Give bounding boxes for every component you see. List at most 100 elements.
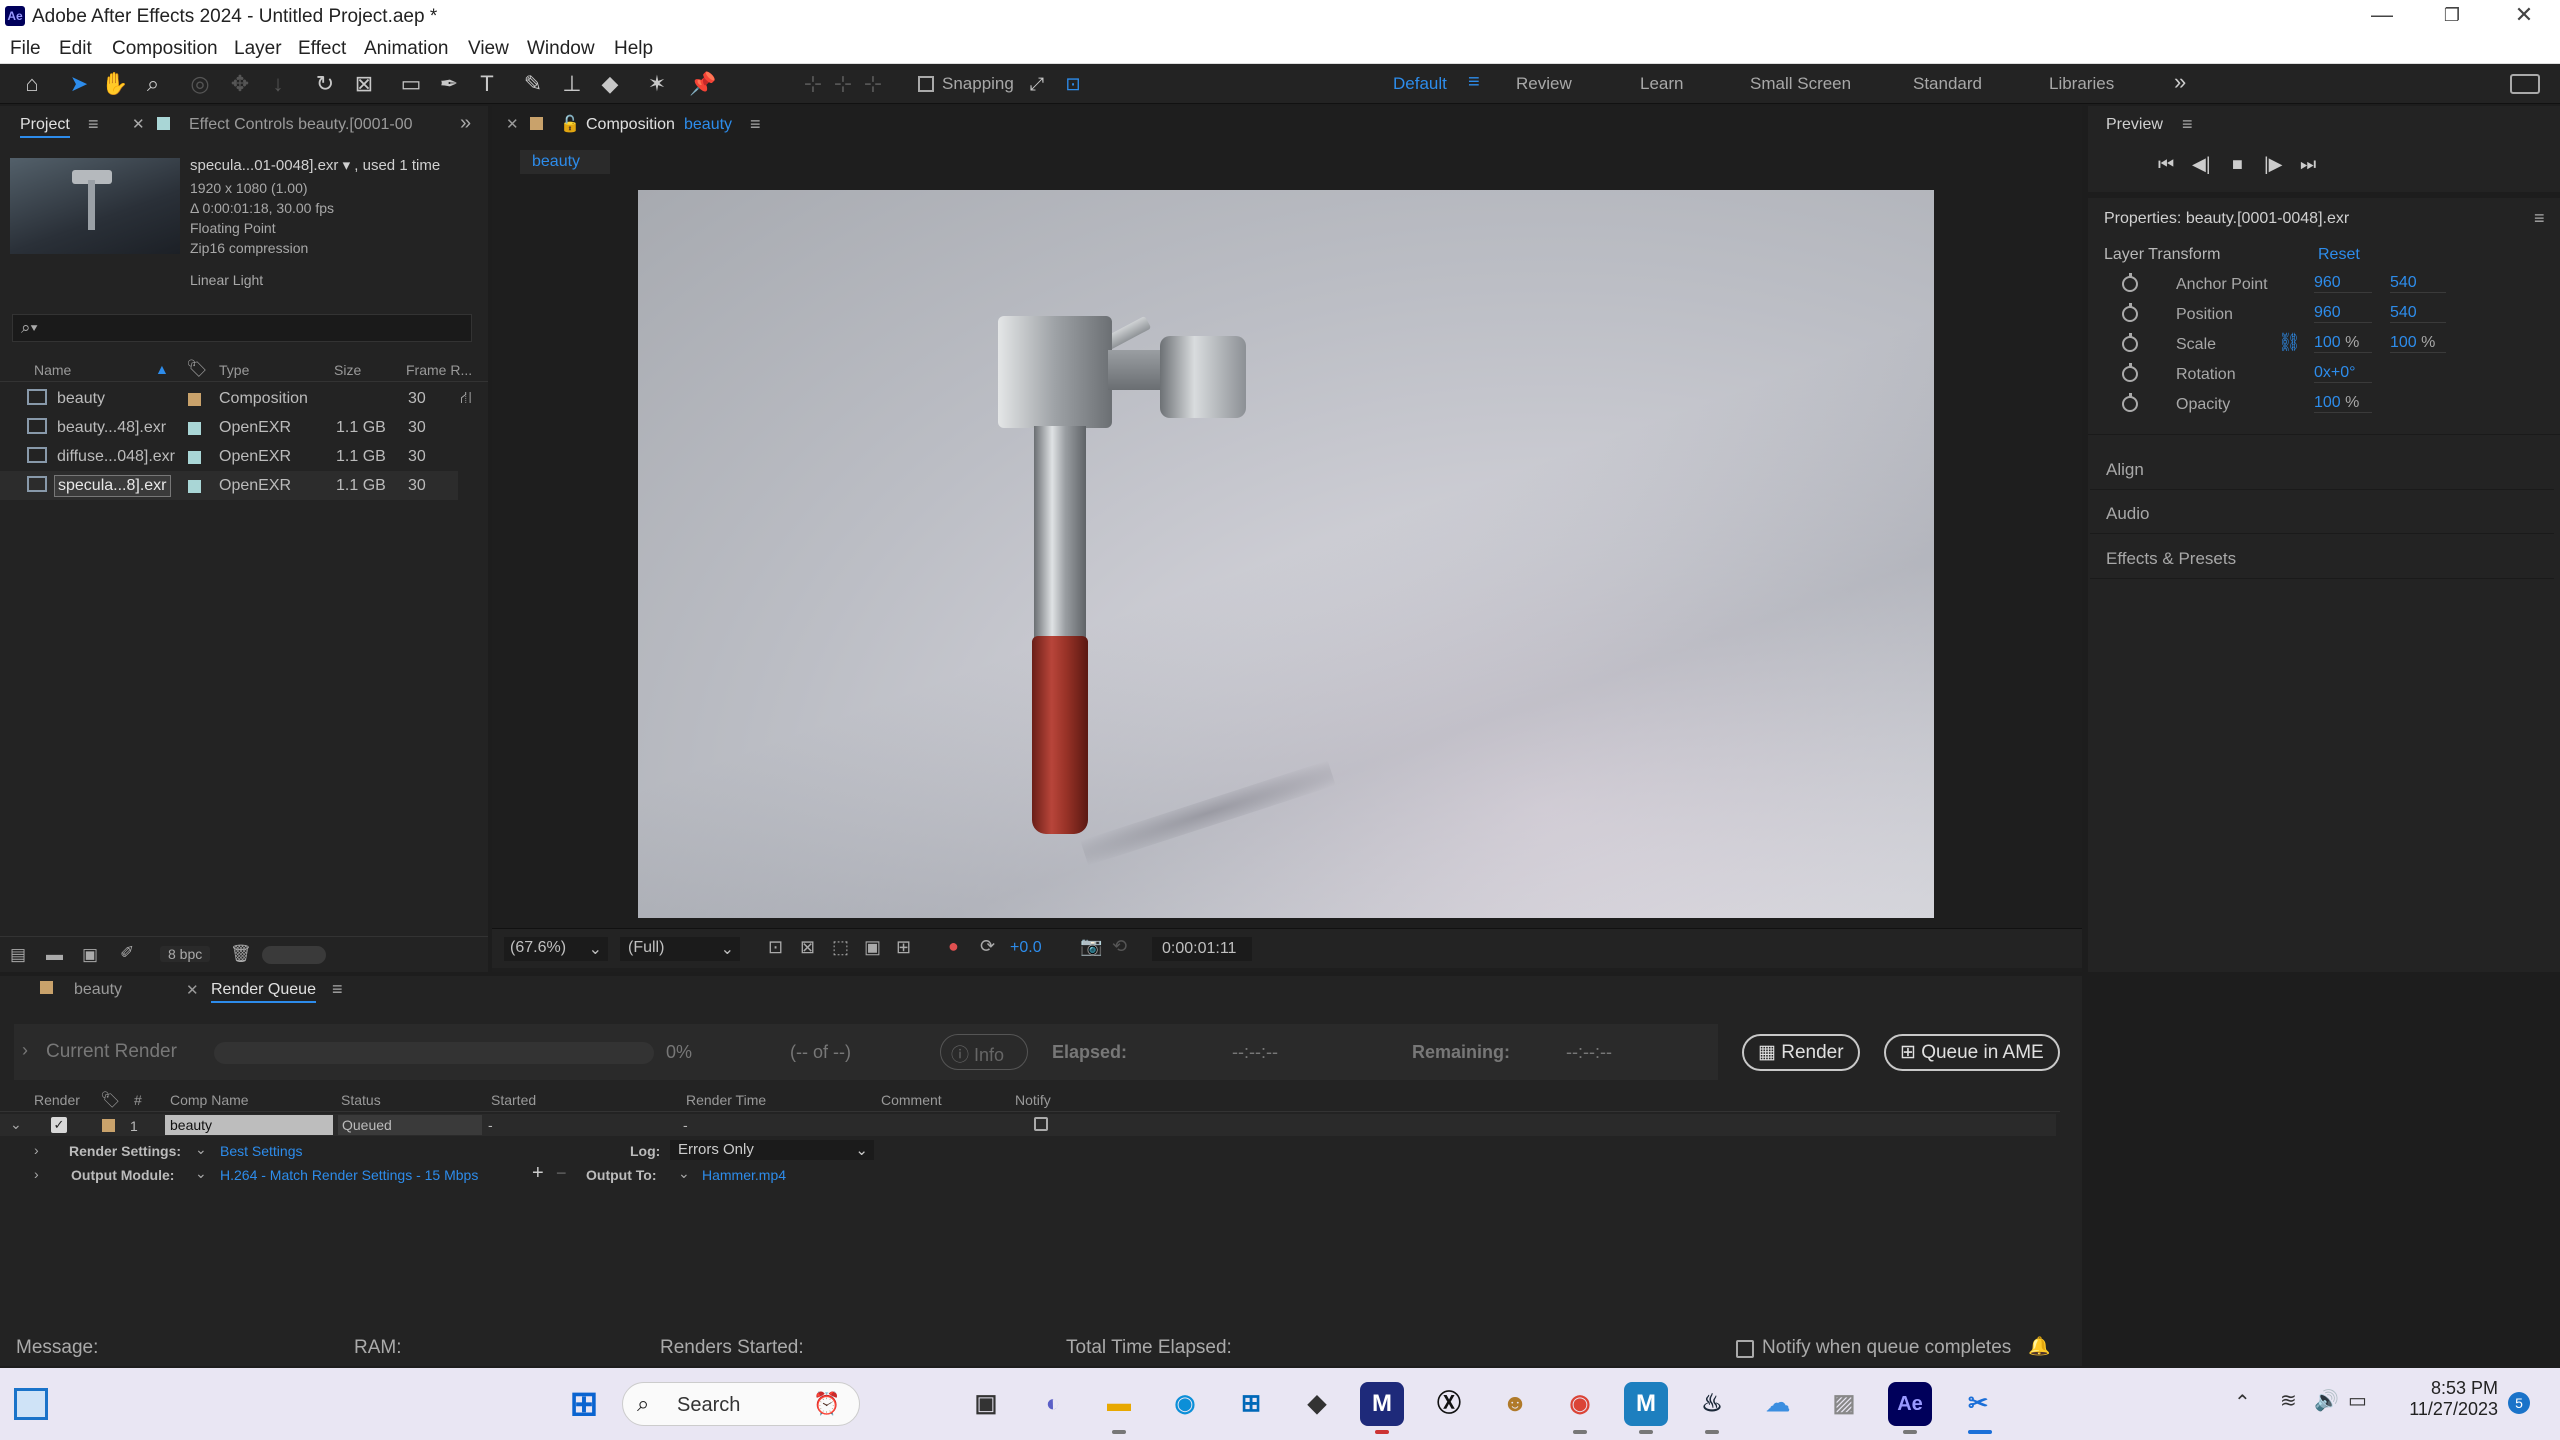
scale-y[interactable]: 100 % xyxy=(2390,334,2446,353)
notification-count-badge[interactable]: 5 xyxy=(2508,1392,2530,1414)
stopwatch-icon[interactable] xyxy=(2122,363,2138,382)
store-icon[interactable]: ⊞ xyxy=(1229,1382,1273,1426)
dolly-camera-icon[interactable]: ↓ xyxy=(263,70,293,98)
menu-help[interactable]: Help xyxy=(614,38,653,60)
show-snapshot-icon[interactable]: ⟲ xyxy=(1112,936,1127,957)
flowchart-icon[interactable]: ⛙ xyxy=(460,388,472,410)
column-frame-rate[interactable]: Frame R... xyxy=(406,362,472,378)
pan-behind-tool-icon[interactable]: ⊠ xyxy=(349,70,379,98)
label-color-swatch[interactable] xyxy=(188,451,201,464)
show-channel-icon[interactable]: ● xyxy=(948,936,959,957)
xbox-icon[interactable]: Ⓧ xyxy=(1427,1382,1471,1426)
notify-queue-checkbox[interactable] xyxy=(1736,1340,1754,1358)
anchor-point-x[interactable]: 960 xyxy=(2314,274,2372,293)
label-color-swatch[interactable] xyxy=(188,422,201,435)
project-panel-menu-icon[interactable]: ≡ xyxy=(88,114,99,135)
workspace-small-screen[interactable]: Small Screen xyxy=(1750,74,1851,94)
close-effect-controls-icon[interactable]: ✕ xyxy=(132,115,145,133)
column-comp-name[interactable]: Comp Name xyxy=(170,1092,249,1108)
volume-icon[interactable]: 🔊 xyxy=(2314,1388,2339,1413)
magnification-dropdown[interactable]: (67.6%) ⌄ xyxy=(504,937,608,961)
menu-composition[interactable]: Composition xyxy=(112,38,218,60)
list-item[interactable]: diffuse...048].exr OpenEXR 1.1 GB 30 xyxy=(0,442,488,471)
info-button[interactable]: ⓘ Info xyxy=(940,1034,1028,1070)
reset-exposure-icon[interactable]: ⟳ xyxy=(980,936,995,957)
workspace-review[interactable]: Review xyxy=(1516,74,1572,94)
bit-depth-button[interactable]: 8 bpc xyxy=(160,946,211,962)
label-color-swatch[interactable] xyxy=(188,393,201,406)
rotation-value[interactable]: 0x+0° xyxy=(2314,364,2372,383)
search-help-icon[interactable] xyxy=(2510,74,2540,94)
first-frame-icon[interactable]: ⏮ xyxy=(2158,154,2174,175)
section-audio[interactable]: Audio xyxy=(2090,490,2554,534)
wifi-icon[interactable]: ≋ xyxy=(2280,1388,2297,1413)
home-icon[interactable]: ⌂ xyxy=(17,70,47,98)
stop-icon[interactable]: ■ xyxy=(2232,154,2243,175)
axis-mode-world-icon[interactable]: ⊹ xyxy=(828,70,858,98)
notification-bell-icon[interactable]: 🔔 xyxy=(2028,1336,2050,1357)
maya-icon[interactable]: M xyxy=(1360,1382,1404,1426)
panel-overflow-icon[interactable]: » xyxy=(460,112,471,135)
position-x[interactable]: 960 xyxy=(2314,304,2372,323)
exposure-value[interactable]: +0.0 xyxy=(1010,939,1042,957)
constrain-proportions-link-icon[interactable]: ⛓ xyxy=(2278,332,2301,353)
column-started[interactable]: Started xyxy=(491,1092,536,1108)
menu-layer[interactable]: Layer xyxy=(234,38,282,60)
close-render-queue-icon[interactable]: ✕ xyxy=(186,981,199,999)
taskbar-search-input[interactable]: ⌕ Search ⏰ xyxy=(622,1382,860,1426)
image-viewer-icon[interactable]: ▨ xyxy=(1822,1382,1866,1426)
region-of-interest-icon[interactable]: ▣ xyxy=(864,937,881,958)
scale-x[interactable]: 100 % xyxy=(2314,334,2372,353)
menu-animation[interactable]: Animation xyxy=(364,38,449,60)
column-type[interactable]: Type xyxy=(219,362,249,378)
table-row[interactable]: ⌄ ✓ 1 beauty Queued - - xyxy=(0,1114,2056,1136)
last-frame-icon[interactable]: ⏭ xyxy=(2300,154,2316,175)
workspace-default[interactable]: Default xyxy=(1393,74,1447,94)
label-color-swatch[interactable] xyxy=(188,480,201,493)
chevron-down-icon[interactable]: ⌄ xyxy=(195,1141,207,1158)
comp-navigator-tab[interactable]: beauty xyxy=(520,150,610,174)
unity-icon[interactable]: ◆ xyxy=(1295,1382,1339,1426)
rotation-tool-icon[interactable]: ↻ xyxy=(310,70,340,98)
column-name[interactable]: Name xyxy=(34,362,71,378)
chevron-right-icon[interactable]: › xyxy=(34,1142,39,1158)
column-notify[interactable]: Notify xyxy=(1015,1092,1051,1108)
position-y[interactable]: 540 xyxy=(2390,304,2446,323)
render-checkbox[interactable]: ✓ xyxy=(51,1117,67,1133)
file-explorer-icon[interactable]: ▬ xyxy=(1097,1382,1141,1426)
render-queue-menu-icon[interactable]: ≡ xyxy=(332,979,343,1000)
interpret-footage-icon[interactable]: ▤ xyxy=(10,945,26,965)
puppet-pin-tool-icon[interactable]: 📌 xyxy=(688,70,718,98)
chevron-right-icon[interactable]: › xyxy=(34,1166,39,1182)
eraser-tool-icon[interactable]: ◆ xyxy=(595,70,625,98)
new-folder-icon[interactable]: ▬ xyxy=(46,945,63,965)
menu-window[interactable]: Window xyxy=(527,38,595,60)
stopwatch-icon[interactable] xyxy=(2122,303,2138,322)
widgets-icon[interactable] xyxy=(14,1388,48,1420)
snap-features-icon[interactable]: ⊡ xyxy=(1058,70,1088,98)
tab-composition-name[interactable]: beauty xyxy=(684,116,732,134)
resolution-dropdown[interactable]: (Full) ⌄ xyxy=(620,937,740,961)
after-effects-taskbar-icon[interactable]: Ae xyxy=(1888,1382,1932,1426)
selection-tool-icon[interactable]: ➤ xyxy=(64,70,94,98)
queue-in-ame-button[interactable]: ⊞ Queue in AME xyxy=(1884,1034,2060,1071)
column-render[interactable]: Render xyxy=(34,1092,80,1108)
tab-effect-controls[interactable]: Effect Controls beauty.[0001-00 xyxy=(189,116,413,134)
workspace-menu-icon[interactable]: ≡ xyxy=(1468,71,1480,94)
steam-icon[interactable]: ♨ xyxy=(1690,1382,1734,1426)
tab-project[interactable]: Project xyxy=(20,116,70,138)
composition-panel-menu-icon[interactable]: ≡ xyxy=(750,114,761,135)
remove-output-module-icon[interactable]: − xyxy=(556,1163,567,1184)
task-view-icon[interactable]: ▣ xyxy=(964,1382,1008,1426)
mudbox-icon[interactable]: M xyxy=(1624,1382,1668,1426)
mask-visibility-icon[interactable]: ⬚ xyxy=(832,937,849,958)
pen-tool-icon[interactable]: ✒ xyxy=(434,70,464,98)
snipping-tool-icon[interactable]: ✂ xyxy=(1956,1382,2000,1426)
menu-effect[interactable]: Effect xyxy=(298,38,346,60)
axis-mode-local-icon[interactable]: ⊹ xyxy=(798,70,828,98)
tab-render-queue[interactable]: Render Queue xyxy=(211,981,316,1003)
section-effects-presets[interactable]: Effects & Presets xyxy=(2090,535,2554,579)
grid-guides-icon[interactable]: ⊞ xyxy=(896,937,911,958)
composition-viewer[interactable] xyxy=(638,190,1934,918)
rectangle-tool-icon[interactable]: ▭ xyxy=(396,70,426,98)
